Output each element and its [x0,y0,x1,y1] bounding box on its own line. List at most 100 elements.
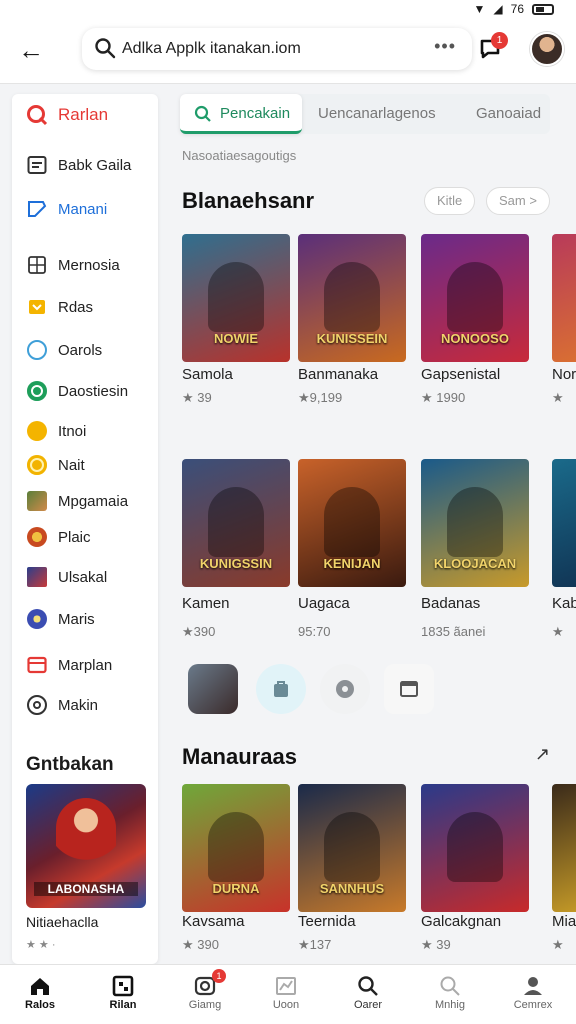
game-card[interactable]: NONOOSO [421,234,529,362]
star-burst-icon [26,608,48,630]
sidebar-item-9[interactable]: Mpgamaia [26,490,128,512]
search-icon [95,38,116,59]
sidebar-item-13[interactable]: Marplan [26,654,112,676]
avatar[interactable] [530,32,564,66]
disc-icon[interactable] [320,664,370,714]
sidebar-item-8[interactable]: Nait [26,454,85,476]
game-rating: ★ 390 [182,937,219,952]
game-card[interactable] [552,234,576,362]
game-name[interactable]: Kavsama [182,913,245,930]
notification-badge: 1 [491,32,508,49]
nav-camera[interactable]: 1 Giamg [170,969,240,1011]
game-card[interactable]: KUNIGSSIN [182,459,290,587]
more-arrow-icon[interactable]: ↗ [535,744,550,765]
game-character-art [447,812,503,882]
more-options-icon[interactable]: ••• [434,36,456,57]
game-rating: 95:70 [298,624,331,639]
game-card[interactable]: DURNA [182,784,290,912]
game-name[interactable]: Kamen [182,595,230,612]
game-art-title: KUNIGSSIN [199,556,273,571]
sidebar-item-14[interactable]: Makin [26,694,98,716]
game-name[interactable]: Galcakgnan [421,913,501,930]
game-name[interactable]: Samola [182,366,233,383]
tab-ganoaiad[interactable]: Ganoaiad [476,94,541,134]
sidebar-item-6[interactable]: Daostiesin [26,380,128,402]
chart-icon [251,973,321,999]
game-card[interactable]: KUNISSEIN [298,234,406,362]
tab-bar: Pencakain Uencanarlagenos Ganoaiad [180,94,550,134]
nav-search[interactable]: Oarer [333,973,403,1011]
game-character-art [447,262,503,332]
sidebar-item-10[interactable]: Plaic [26,526,91,548]
game-name[interactable]: Uagaca [298,595,350,612]
game-art-title: NOWIE [213,331,259,346]
sidebar-item-11[interactable]: Ulsakal [26,566,107,588]
nav-label: Ralos [25,999,55,1011]
filter-chip[interactable]: Sam > [486,187,550,215]
sidebar-item-label: Oarols [58,341,103,359]
filter-chip[interactable]: Kitle [424,187,476,215]
game-card[interactable] [552,784,576,912]
sidebar-item-5[interactable]: Oarols [26,339,102,361]
tab-uencanarlagenos[interactable]: Uencanarlagenos [318,94,436,134]
sidebar-item-7[interactable]: Itnoi [26,420,86,442]
tab-label: Uencanarlagenos [318,105,436,122]
notification-button[interactable]: 1 [480,32,508,65]
back-arrow-icon[interactable]: ← [18,36,44,64]
mini-game-thumb[interactable] [188,664,238,714]
bag-icon[interactable] [256,664,306,714]
nav-home[interactable]: Ralos [5,973,75,1011]
game-character-art [324,487,380,557]
person-icon [498,973,568,999]
game-name[interactable]: Badanas [421,595,480,612]
game-art-title: SANNHUS [319,881,385,896]
sidebar-item-brand[interactable]: Rarlan [26,104,108,126]
game-card[interactable]: KENIJAN [298,459,406,587]
game-card[interactable]: NOWIE [182,234,290,362]
sidebar-item-label: Plaic [58,528,91,546]
featured-game-card[interactable]: LABONASHA [26,784,146,908]
game-name[interactable]: Kab [552,595,576,612]
game-name[interactable]: Teernida [298,913,356,930]
nav-chart[interactable]: Uoon [251,973,321,1011]
game-name[interactable]: Mia [552,913,576,930]
nav-board[interactable]: Rilan [88,973,158,1011]
top-bar: ← Adlka Applk itanakan.iom ••• 1 [0,20,576,84]
sidebar-item-label: Daostiesin [58,382,129,400]
game-art-title: DURNA [212,881,260,896]
search-input[interactable]: Adlka Applk itanakan.iom ••• [82,28,472,70]
sidebar-item-4[interactable]: Rdas [26,296,93,318]
nav-search-alt[interactable]: Mnhig [415,973,485,1011]
tag-icon [26,198,48,220]
search-query: Adlka Applk itanakan.iom [122,40,301,57]
sidebar-item-label: Itnoi [58,422,87,440]
nav-profile[interactable]: Cemrex [498,973,568,1011]
game-character-art [324,262,380,332]
q-logo-icon [26,104,48,126]
battery-icon [532,3,554,15]
game-card[interactable] [421,784,529,912]
sidebar-item-1[interactable]: Babk Gaila [26,154,131,176]
signal-icon: ◢ [493,2,503,16]
poster-icon [26,566,48,588]
game-name[interactable]: Nor [552,366,576,383]
game-name[interactable]: Banmanaka [298,366,378,383]
yellow-tag-icon [26,296,48,318]
board-icon [88,973,158,999]
sidebar-item-3[interactable]: Mernosia [26,254,120,276]
nav-label: Mnhig [435,999,465,1011]
sidebar-item-2[interactable]: Manani [26,198,107,220]
tab-pencakain[interactable]: Pencakain [180,94,302,134]
game-card[interactable]: KLOOJACAN [421,459,529,587]
featured-game-name: Nitiaehaclla [26,914,99,930]
game-card[interactable] [552,459,576,587]
main-content: Pencakain Uencanarlagenos Ganoaiad Nasoa… [172,84,576,964]
game-name[interactable]: Gapsenistal [421,366,500,383]
sidebar-item-12[interactable]: Maris [26,608,95,630]
game-card[interactable]: SANNHUS [298,784,406,912]
home-icon [5,973,75,999]
nav-label: Giamg [188,999,222,1011]
orange-star-icon [26,420,48,442]
window-icon[interactable] [384,664,434,714]
game-rating: ★ [552,624,564,639]
